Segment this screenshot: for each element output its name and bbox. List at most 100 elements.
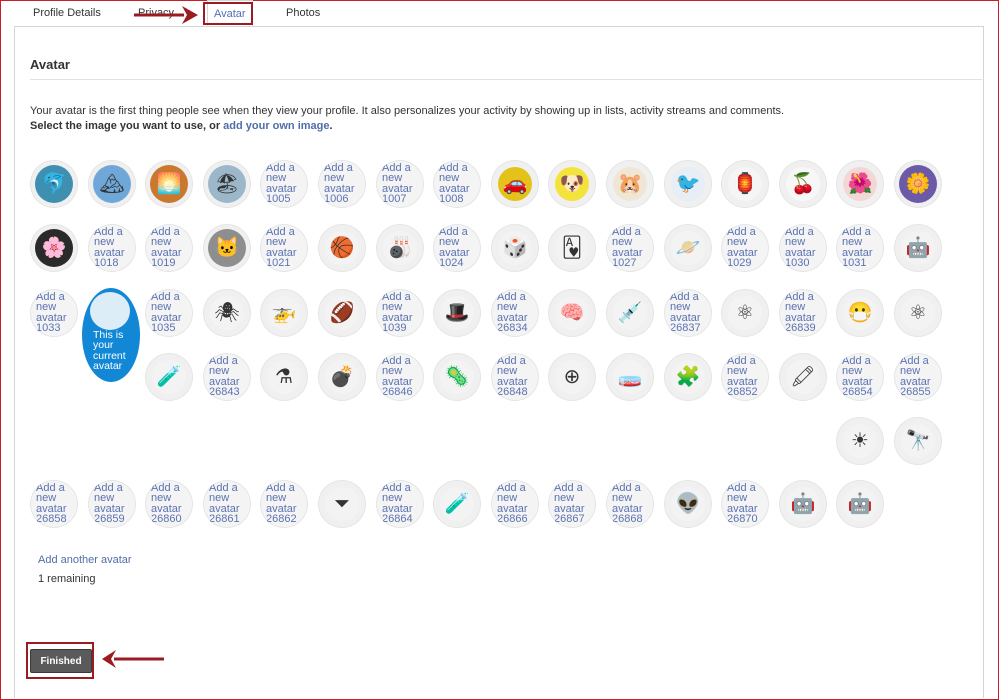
add-avatar-slot[interactable]: Add a new avatar 26855 bbox=[894, 353, 942, 401]
avatar-option[interactable]: 🏔 bbox=[88, 160, 136, 208]
add-avatar-slot[interactable]: Add a new avatar 1030 bbox=[779, 224, 827, 272]
avatar-option[interactable]: 🎲 bbox=[491, 224, 539, 272]
avatar-option[interactable]: 🐬 bbox=[30, 160, 78, 208]
avatar-option[interactable]: 🐹 bbox=[606, 160, 654, 208]
avatar-option[interactable]: 🦠 bbox=[433, 353, 481, 401]
add-avatar-slot[interactable]: Add a new avatar 26858 bbox=[30, 480, 78, 528]
avatar-option[interactable]: 🏈 bbox=[318, 289, 366, 337]
intro-line-1: Your avatar is the first thing people se… bbox=[30, 105, 785, 117]
add-avatar-slot[interactable]: Add a new avatar 1005 bbox=[260, 160, 308, 208]
avatar-option[interactable]: 🪐 bbox=[664, 224, 712, 272]
add-avatar-slot[interactable]: Add a new avatar 1035 bbox=[145, 289, 193, 337]
add-avatar-slot[interactable]: Add a new avatar 1024 bbox=[433, 224, 481, 272]
avatar-option[interactable]: 🂱 bbox=[548, 224, 596, 272]
add-avatar-slot[interactable]: Add a new avatar 26868 bbox=[606, 480, 654, 528]
avatar-option[interactable]: ⚗ bbox=[260, 353, 308, 401]
avatar-option[interactable]: 🤖 bbox=[894, 224, 942, 272]
avatar-option[interactable]: 🌼 bbox=[894, 160, 942, 208]
add-avatar-slot[interactable]: Add a new avatar 1039 bbox=[376, 289, 424, 337]
add-avatar-slot[interactable]: Add a new avatar 26864 bbox=[376, 480, 424, 528]
avatar-option[interactable]: 🚗 bbox=[491, 160, 539, 208]
avatar-option[interactable]: 🏮 bbox=[721, 160, 769, 208]
add-avatar-slot[interactable]: Add a new avatar 1019 bbox=[145, 224, 193, 272]
avatar-option[interactable]: 😷 bbox=[836, 289, 884, 337]
add-avatar-slot[interactable]: Add a new avatar 26859 bbox=[88, 480, 136, 528]
add-avatar-slot[interactable]: Add a new avatar 26839 bbox=[779, 289, 827, 337]
avatar-option[interactable]: 🧩 bbox=[664, 353, 712, 401]
avatar-option[interactable]: 🤖 bbox=[779, 480, 827, 528]
tab-profile-details[interactable]: Profile Details bbox=[33, 0, 101, 26]
add-avatar-slot[interactable]: Add a new avatar 1007 bbox=[376, 160, 424, 208]
add-avatar-slot[interactable]: Add a new avatar 1008 bbox=[433, 160, 481, 208]
avatar-option[interactable]: 🧪 bbox=[433, 480, 481, 528]
avatar-option[interactable]: 🧫 bbox=[606, 353, 654, 401]
sunset-icon: 🌅 bbox=[150, 165, 188, 203]
beach-child-icon: 🏖 bbox=[208, 165, 246, 203]
avatar-option[interactable]: ⚛ bbox=[894, 289, 942, 337]
finished-button[interactable]: Finished bbox=[30, 649, 92, 673]
avatar-option[interactable]: 🐦 bbox=[664, 160, 712, 208]
avatar-option[interactable]: 🖍 bbox=[779, 353, 827, 401]
avatar-option[interactable]: 🔭 bbox=[894, 417, 942, 465]
lantern-icon: 🏮 bbox=[728, 167, 762, 201]
add-avatar-slot[interactable]: Add a new avatar 26848 bbox=[491, 353, 539, 401]
robot-2-icon: 🤖 bbox=[843, 487, 877, 521]
add-avatar-slot[interactable]: Add a new avatar 26854 bbox=[836, 353, 884, 401]
avatar-option[interactable]: 🐱 bbox=[203, 224, 251, 272]
add-avatar-slot[interactable]: Add a new avatar 1006 bbox=[318, 160, 366, 208]
add-avatar-label: Add a new avatar 26846 bbox=[382, 355, 413, 399]
add-avatar-slot[interactable]: Add a new avatar 26861 bbox=[203, 480, 251, 528]
add-avatar-label: Add a new avatar 26864 bbox=[382, 482, 413, 526]
add-avatar-slot[interactable]: Add a new avatar 1033 bbox=[30, 289, 78, 337]
add-avatar-slot[interactable]: Add a new avatar 26837 bbox=[664, 289, 712, 337]
add-avatar-label: Add a new avatar 1027 bbox=[612, 226, 643, 270]
add-avatar-slot[interactable]: Add a new avatar 26843 bbox=[203, 353, 251, 401]
avatar-option[interactable]: 🌺 bbox=[836, 160, 884, 208]
avatar-option[interactable]: ⊕ bbox=[548, 353, 596, 401]
puzzle-icon: 🧩 bbox=[671, 360, 705, 394]
atom-icon: ⚛ bbox=[901, 296, 935, 330]
avatar-option[interactable]: 💣 bbox=[318, 353, 366, 401]
avatar-option[interactable]: 🐶 bbox=[548, 160, 596, 208]
add-avatar-slot[interactable]: Add a new avatar 1031 bbox=[836, 224, 884, 272]
tab-photos[interactable]: Photos bbox=[286, 0, 320, 26]
avatar-option[interactable]: ☀ bbox=[836, 417, 884, 465]
add-avatar-slot[interactable]: Add a new avatar 1018 bbox=[88, 224, 136, 272]
add-avatar-slot[interactable]: Add a new avatar 1029 bbox=[721, 224, 769, 272]
add-avatar-slot[interactable]: Add a new avatar 26862 bbox=[260, 480, 308, 528]
berries-icon: 🍒 bbox=[786, 167, 820, 201]
avatar-option[interactable]: 🚁 bbox=[260, 289, 308, 337]
playing-card-icon: 🂱 bbox=[555, 231, 589, 265]
avatar-option[interactable]: ⏷ bbox=[318, 480, 366, 528]
add-avatar-slot[interactable]: Add a new avatar 26870 bbox=[721, 480, 769, 528]
avatar-option[interactable]: 🏖 bbox=[203, 160, 251, 208]
current-avatar[interactable]: This is your current avatar bbox=[82, 288, 140, 382]
planet-icon: 🪐 bbox=[671, 231, 705, 265]
add-avatar-slot[interactable]: Add a new avatar 1021 bbox=[260, 224, 308, 272]
add-avatar-label: Add a new avatar 26837 bbox=[670, 291, 701, 335]
avatar-option[interactable]: 🎳 bbox=[376, 224, 424, 272]
add-avatar-slot[interactable]: Add a new avatar 26852 bbox=[721, 353, 769, 401]
add-avatar-label: Add a new avatar 26861 bbox=[209, 482, 240, 526]
title-divider bbox=[30, 79, 982, 80]
avatar-option[interactable]: 🕷 bbox=[203, 289, 251, 337]
add-own-image-link[interactable]: add your own image bbox=[223, 120, 329, 132]
add-avatar-slot[interactable]: Add a new avatar 26834 bbox=[491, 289, 539, 337]
avatar-option[interactable]: 🧪 bbox=[145, 353, 193, 401]
avatar-option[interactable]: 🏀 bbox=[318, 224, 366, 272]
avatar-option[interactable]: 👽 bbox=[664, 480, 712, 528]
avatar-option[interactable]: 🌅 bbox=[145, 160, 193, 208]
avatar-option[interactable]: 🎩 bbox=[433, 289, 481, 337]
add-avatar-slot[interactable]: Add a new avatar 26860 bbox=[145, 480, 193, 528]
add-another-avatar-link[interactable]: Add another avatar bbox=[38, 554, 132, 566]
add-avatar-slot[interactable]: Add a new avatar 26866 bbox=[491, 480, 539, 528]
avatar-option[interactable]: 🌸 bbox=[30, 224, 78, 272]
avatar-option[interactable]: 🧠 bbox=[548, 289, 596, 337]
add-avatar-slot[interactable]: Add a new avatar 26867 bbox=[548, 480, 596, 528]
avatar-option[interactable]: ⚛ bbox=[721, 289, 769, 337]
add-avatar-slot[interactable]: Add a new avatar 26846 bbox=[376, 353, 424, 401]
avatar-option[interactable]: 💉 bbox=[606, 289, 654, 337]
avatar-option[interactable]: 🤖 bbox=[836, 480, 884, 528]
avatar-option[interactable]: 🍒 bbox=[779, 160, 827, 208]
add-avatar-slot[interactable]: Add a new avatar 1027 bbox=[606, 224, 654, 272]
